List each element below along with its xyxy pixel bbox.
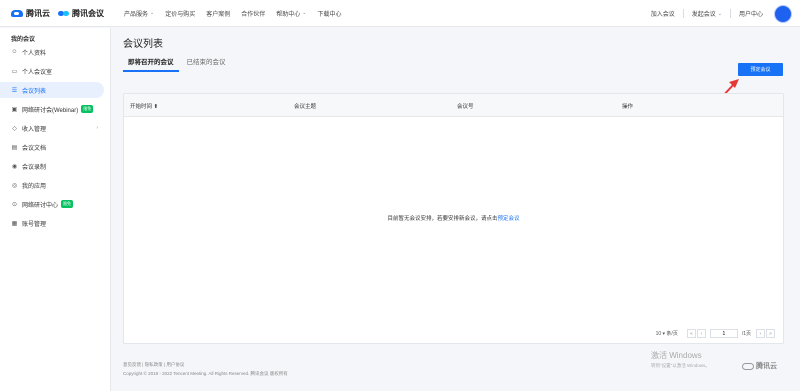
empty-state: 目前暂无会议安排，若要安排新会议，请点击预定会议 bbox=[124, 214, 783, 222]
page-size-select[interactable]: 10 ▾ 条/页 bbox=[656, 330, 678, 337]
watermark-title: 激活 Windows bbox=[651, 351, 702, 360]
prev-page-button[interactable]: ‹ bbox=[696, 329, 706, 338]
watermark-subtitle: 转到"设置"以激活 Windows。 bbox=[651, 363, 710, 368]
column-actions: 操作 bbox=[622, 104, 634, 110]
table-header: 开始时间 ⬆ 会议主题 会议号 操作 bbox=[124, 94, 783, 117]
footer-links[interactable]: 意见反馈 | 隐私政策 | 用户协议 bbox=[123, 362, 184, 368]
windows-activation-watermark: 激活 Windows 转到"设置"以激活 Windows。 bbox=[651, 350, 710, 369]
column-topic: 会议主题 bbox=[294, 104, 317, 110]
column-meeting-id: 会议号 bbox=[457, 104, 474, 110]
cloud-icon bbox=[742, 362, 754, 370]
first-page-button[interactable]: « bbox=[686, 329, 696, 338]
empty-state-text: 目前暂无会议安排，若要安排新会议，请点击 bbox=[387, 216, 498, 222]
column-start-time[interactable]: 开始时间 ⬆ bbox=[130, 102, 158, 110]
watermark-logo-text: 腾讯云 bbox=[756, 363, 777, 370]
next-page-button[interactable]: › bbox=[756, 329, 765, 338]
pagination: 10 ▾ 条/页 « ‹ /1页 › » bbox=[656, 329, 775, 338]
page-total: /1页 bbox=[741, 331, 751, 337]
last-page-button[interactable]: » bbox=[766, 329, 775, 338]
meeting-table: 开始时间 ⬆ 会议主题 会议号 操作 目前暂无会议安排，若要安排新会议，请点击预… bbox=[123, 93, 784, 344]
book-meeting-link[interactable]: 预定会议 bbox=[498, 216, 520, 222]
page-number-input[interactable] bbox=[709, 329, 738, 338]
footer-copyright: Copyright © 2018 - 2022 Tencent Meeting.… bbox=[123, 371, 288, 376]
watermark-logo: 腾讯云 bbox=[742, 361, 777, 371]
